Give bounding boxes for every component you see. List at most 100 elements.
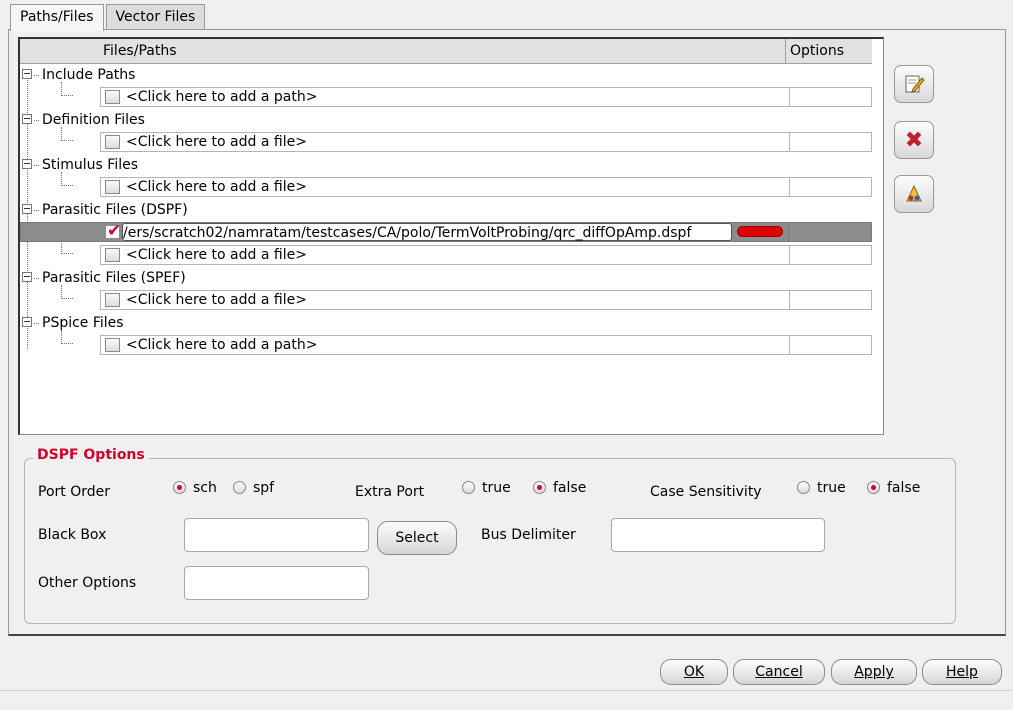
checkmark-icon: ✔ xyxy=(107,221,122,241)
group-include-paths[interactable]: Include Paths xyxy=(22,65,135,85)
group-label: Parasitic Files (SPEF) xyxy=(42,270,186,286)
tree-connector xyxy=(61,172,73,186)
cancel-button[interactable]: Cancel xyxy=(733,659,825,685)
other-options-label: Other Options xyxy=(38,575,137,591)
help-label: Help xyxy=(946,664,978,680)
path-edit-field[interactable]: /ers/scratch02/namratam/testcases/CA/pol… xyxy=(122,223,732,241)
tree-connector xyxy=(61,285,73,299)
options-cell[interactable] xyxy=(789,335,873,355)
options-cell[interactable] xyxy=(789,87,873,107)
tree-connector xyxy=(61,330,73,344)
case-false-label[interactable]: false xyxy=(887,479,920,497)
case-true-label[interactable]: true xyxy=(817,479,846,497)
tree-row-add-stimulus-file[interactable]: <Click here to add a file> xyxy=(61,172,873,197)
tab-bar: Paths/Files Vector Files xyxy=(10,4,207,31)
delete-button[interactable]: ✖ xyxy=(894,121,934,159)
group-stimulus-files[interactable]: Stimulus Files xyxy=(22,155,138,175)
other-options-input[interactable] xyxy=(184,566,369,600)
group-label: PSpice Files xyxy=(42,315,124,331)
port-order-spf-label[interactable]: spf xyxy=(253,479,274,497)
collapse-icon[interactable] xyxy=(22,317,32,327)
group-parasitic-dspf[interactable]: Parasitic Files (DSPF) xyxy=(22,200,188,220)
case-true-radio[interactable] xyxy=(797,481,810,494)
port-order-sch-label[interactable]: sch xyxy=(193,479,217,497)
tree-row-add-dspf-file[interactable]: <Click here to add a file> xyxy=(61,240,873,265)
dspf-file-path: /ers/scratch02/namratam/testcases/CA/pol… xyxy=(123,225,692,241)
browse-icon[interactable] xyxy=(737,226,783,237)
port-order-sch-radio[interactable] xyxy=(173,481,186,494)
collapse-icon[interactable] xyxy=(22,159,32,169)
apply-button[interactable]: Apply xyxy=(831,659,917,685)
case-false-radio[interactable] xyxy=(867,481,880,494)
collapse-icon[interactable] xyxy=(22,272,32,282)
add-file-placeholder: <Click here to add a file> xyxy=(126,247,307,263)
collapse-icon[interactable] xyxy=(22,114,32,124)
delete-icon: ✖ xyxy=(904,127,924,153)
edit-button[interactable] xyxy=(894,65,934,103)
extra-port-false-label[interactable]: false xyxy=(553,479,586,497)
cancel-label: Cancel xyxy=(755,664,803,680)
bus-delimiter-label: Bus Delimiter xyxy=(481,527,576,543)
extra-port-false-radio[interactable] xyxy=(533,481,546,494)
case-sensitivity-label: Case Sensitivity xyxy=(650,484,762,500)
column-header-options[interactable]: Options xyxy=(788,39,844,63)
tree-row-add-include-path[interactable]: <Click here to add a path> xyxy=(61,82,873,107)
group-label: Parasitic Files (DSPF) xyxy=(42,202,188,218)
edit-icon xyxy=(905,75,925,93)
add-file-placeholder: <Click here to add a file> xyxy=(126,134,307,150)
row-checkbox[interactable] xyxy=(105,293,120,307)
options-cell[interactable] xyxy=(789,245,873,265)
tab-vector-files[interactable]: Vector Files xyxy=(105,4,206,30)
add-file-placeholder: <Click here to add a file> xyxy=(126,179,307,195)
options-cell[interactable] xyxy=(789,132,873,152)
ok-button[interactable]: OK xyxy=(660,659,728,685)
tab-paths-files[interactable]: Paths/Files xyxy=(10,4,104,31)
row-checkbox[interactable] xyxy=(105,90,120,104)
tree-row-dspf-file-selected[interactable]: ✔ /ers/scratch02/namratam/testcases/CA/p… xyxy=(20,222,872,242)
row-checkbox[interactable] xyxy=(105,135,120,149)
collapse-icon[interactable] xyxy=(22,204,32,214)
port-order-label: Port Order xyxy=(38,484,110,500)
group-parasitic-spef[interactable]: Parasitic Files (SPEF) xyxy=(22,268,186,288)
black-box-input[interactable] xyxy=(184,518,369,552)
tree-connector xyxy=(61,82,73,96)
tree-connector xyxy=(61,240,73,254)
properties-icon xyxy=(906,184,922,202)
tree-header: Files/Paths Options xyxy=(20,39,872,64)
divider xyxy=(0,690,1013,691)
add-path-placeholder: <Click here to add a path> xyxy=(126,89,318,105)
options-cell[interactable] xyxy=(789,177,873,197)
add-file-placeholder: <Click here to add a file> xyxy=(126,292,307,308)
tree-row-add-definition-file[interactable]: <Click here to add a file> xyxy=(61,127,873,152)
dspf-options-group: DSPF Options Port Order sch spf Extra Po… xyxy=(24,447,956,624)
bus-delimiter-input[interactable] xyxy=(611,518,825,552)
tree-row-add-spef-file[interactable]: <Click here to add a file> xyxy=(61,285,873,310)
row-checkbox[interactable] xyxy=(105,338,120,352)
options-cell[interactable] xyxy=(788,222,873,242)
select-button[interactable]: Select xyxy=(377,521,457,555)
column-header-files[interactable]: Files/Paths xyxy=(20,39,786,63)
group-label: Definition Files xyxy=(42,112,145,128)
dspf-options-title: DSPF Options xyxy=(33,447,149,463)
ok-label: OK xyxy=(683,664,705,680)
options-cell[interactable] xyxy=(789,290,873,310)
row-checkbox[interactable] xyxy=(105,180,120,194)
properties-button[interactable] xyxy=(894,175,934,213)
collapse-icon[interactable] xyxy=(22,69,32,79)
tree-row-add-pspice-path[interactable]: <Click here to add a path> xyxy=(61,330,873,355)
tab-panel: Files/Paths Options Include Paths <Click… xyxy=(8,29,1006,636)
group-definition-files[interactable]: Definition Files xyxy=(22,110,145,130)
row-checkbox[interactable] xyxy=(105,248,120,262)
row-checkbox-checked[interactable]: ✔ xyxy=(105,221,122,241)
extra-port-true-label[interactable]: true xyxy=(482,479,511,497)
extra-port-true-radio[interactable] xyxy=(462,481,475,494)
black-box-label: Black Box xyxy=(38,527,107,543)
files-tree[interactable]: Files/Paths Options Include Paths <Click… xyxy=(18,37,884,435)
group-label: Stimulus Files xyxy=(42,157,139,173)
extra-port-label: Extra Port xyxy=(355,484,425,500)
help-button[interactable]: Help xyxy=(922,659,1002,685)
apply-label: Apply xyxy=(854,664,894,680)
tree-connector xyxy=(61,127,73,141)
add-path-placeholder: <Click here to add a path> xyxy=(126,337,318,353)
port-order-spf-radio[interactable] xyxy=(233,481,246,494)
